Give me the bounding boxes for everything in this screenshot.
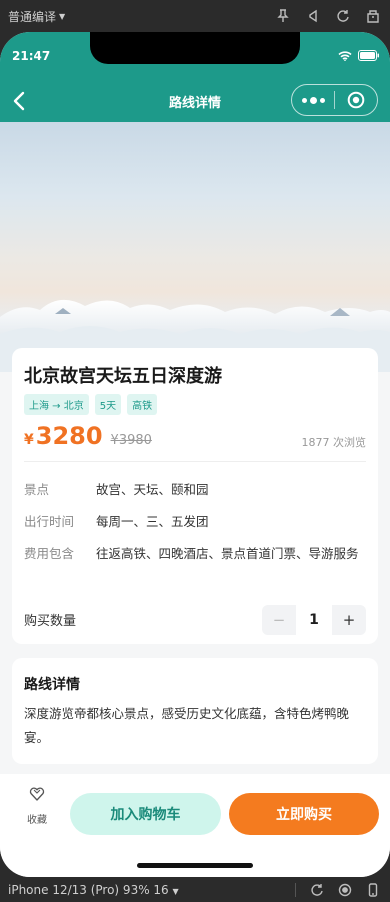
info-value: 每周一、三、五发团 <box>96 514 209 529</box>
home-indicator <box>137 863 253 868</box>
battery-icon <box>358 50 379 61</box>
section-title: 路线详情 <box>24 677 80 693</box>
device-selector[interactable]: iPhone 12/13 (Pro) 93% 16 ▼ <box>8 883 179 897</box>
devtools-top-bar: 普通编译 ▼ <box>0 0 390 32</box>
price-row: ¥ 3280 ¥3980 <box>24 422 152 450</box>
tag-duration: 5天 <box>94 394 122 415</box>
info-key: 出行时间 <box>24 514 75 529</box>
decrement-button[interactable]: − <box>262 611 296 629</box>
info-row-spots: 景点 故宫、天坛、颐和园 <box>24 479 366 500</box>
quantity-label: 购买数量 <box>24 614 77 629</box>
favorite-label: 收藏 <box>27 815 47 826</box>
product-title: 北京故宫天坛五日深度游 <box>24 366 222 387</box>
miniprogram-capsule <box>291 84 378 116</box>
tag-transport: 高铁 <box>127 394 158 415</box>
devtools-bottom-bar: iPhone 12/13 (Pro) 93% 16 ▼ <box>0 877 390 902</box>
buy-now-button[interactable]: 立即购买 <box>229 793 379 835</box>
package-icon[interactable] <box>366 9 380 23</box>
nav-header: 21:47 路线详情 <box>0 32 390 122</box>
pin-icon[interactable] <box>276 9 290 23</box>
info-value: 故宫、天坛、颐和园 <box>96 482 209 497</box>
section-body: 深度游览帝都核心景点，感受历史文化底蕴，含特色烤鸭晚宴。 <box>24 706 350 745</box>
divider <box>24 461 366 462</box>
tag-list: 上海 → 北京 5天 高铁 <box>24 394 158 415</box>
favorite-button[interactable]: 收藏 <box>20 786 54 826</box>
info-value: 往返高铁、四晚酒店、景点首道门票、导游服务 <box>96 546 359 561</box>
bottom-action-bar: 收藏 加入购物车 立即购买 <box>0 774 390 877</box>
close-target-icon[interactable] <box>335 91 377 109</box>
phone-icon[interactable] <box>366 882 380 897</box>
chevron-down-icon: ▼ <box>172 886 179 896</box>
info-row-schedule: 出行时间 每周一、三、五发团 <box>24 511 366 532</box>
compile-mode-dropdown[interactable]: 普通编译 ▼ <box>8 8 65 25</box>
refresh-icon[interactable] <box>336 9 350 23</box>
quantity-value[interactable]: 1 <box>296 605 332 635</box>
tag-route: 上海 → 北京 <box>24 394 89 415</box>
volume-icon[interactable] <box>306 9 320 23</box>
heart-icon <box>29 787 45 801</box>
increment-button[interactable]: + <box>332 611 366 629</box>
info-key: 景点 <box>24 482 50 497</box>
status-time: 21:47 <box>12 49 51 63</box>
rotate-icon[interactable] <box>310 883 324 897</box>
device-label: iPhone 12/13 (Pro) 93% 16 <box>8 882 169 897</box>
record-icon[interactable] <box>338 883 352 897</box>
hero-image <box>0 122 390 372</box>
currency-symbol: ¥ <box>24 432 34 448</box>
compile-mode-label: 普通编译 <box>8 9 57 24</box>
view-count: 1877 次浏览 <box>301 436 367 449</box>
more-icon[interactable] <box>292 96 334 104</box>
notch <box>90 32 300 64</box>
phone-screen: 21:47 路线详情 北京故宫天坛五日深度游 上海 → 北京 5天 高铁 ¥ 3… <box>0 32 390 877</box>
price: 3280 <box>35 422 103 450</box>
route-details-card: 路线详情 深度游览帝都核心景点，感受历史文化底蕴，含特色烤鸭晚宴。 <box>12 658 378 764</box>
original-price: ¥3980 <box>110 433 152 448</box>
info-key: 费用包含 <box>24 546 75 561</box>
quantity-stepper: − 1 + <box>262 605 366 635</box>
chevron-down-icon: ▼ <box>59 11 66 21</box>
add-to-cart-button[interactable]: 加入购物车 <box>70 793 221 835</box>
info-row-included: 费用包含 往返高铁、四晚酒店、景点首道门票、导游服务 <box>24 543 366 564</box>
wifi-icon <box>338 50 352 61</box>
